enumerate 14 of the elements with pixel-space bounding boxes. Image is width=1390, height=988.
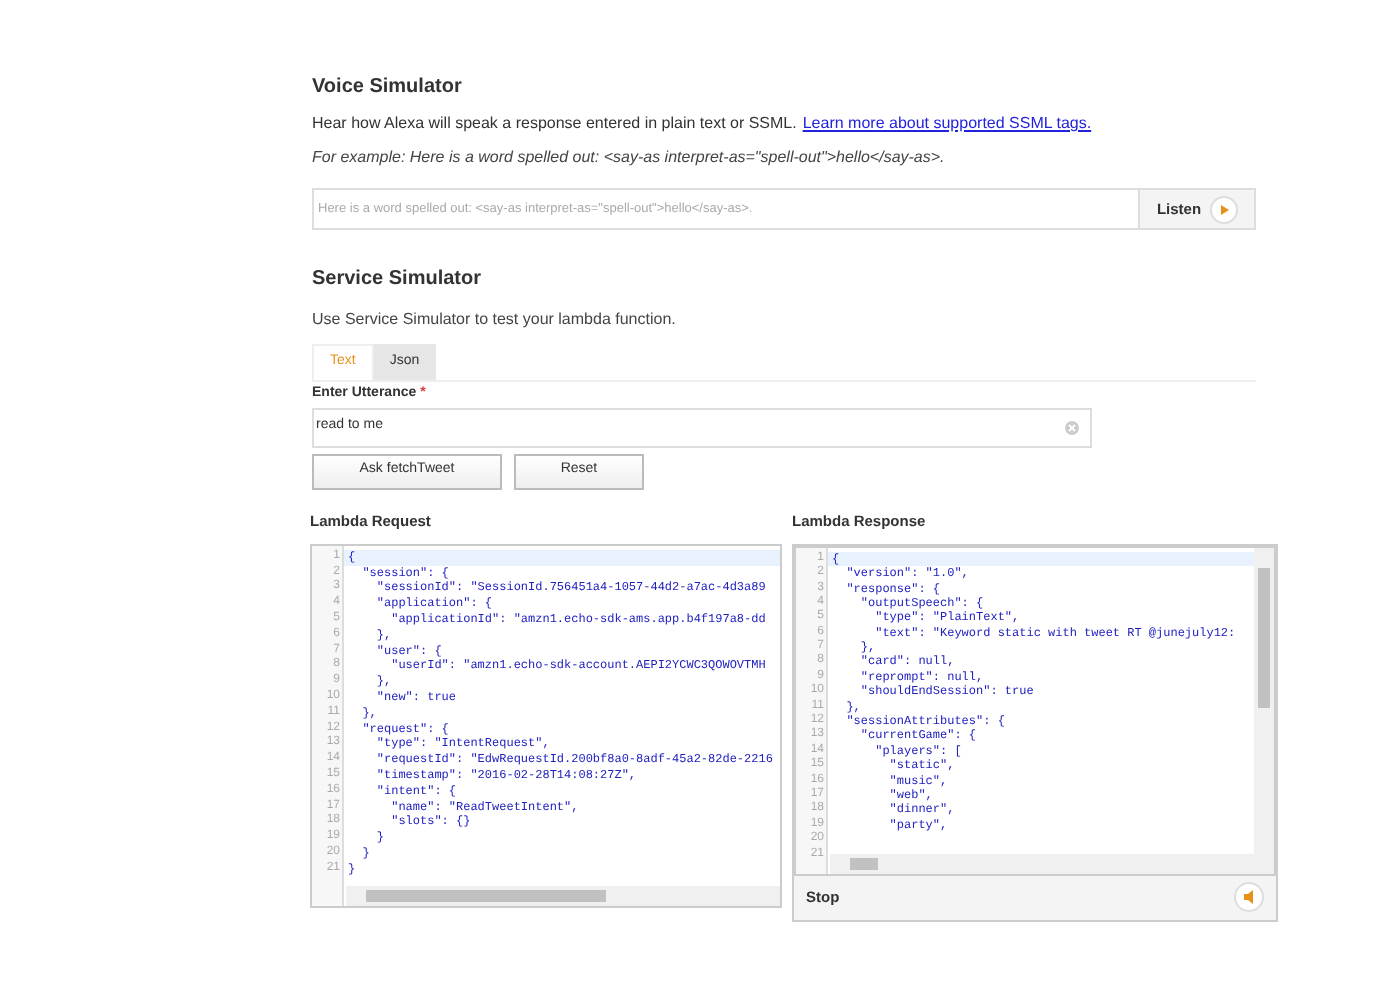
code-editor[interactable]	[310, 543, 782, 908]
clear-icon[interactable]	[1064, 419, 1080, 435]
ssml-link[interactable]: Learn more about supported SSML tags.	[802, 112, 1092, 136]
play-icon	[1209, 195, 1238, 223]
description-text: Use Service Simulator to test your lambda function.	[312, 308, 678, 332]
example-text: For example: Here is a word spelled out: <say-as interpret-as="spell-out">hello</say-as>.	[312, 146, 947, 170]
section-title: Voice Simulator	[312, 76, 464, 100]
horizontal-scrollbar[interactable]	[830, 853, 1254, 874]
description-text: Hear how Alexa will speak a response entered in plain text or SSML.	[312, 112, 797, 136]
vertical-scrollbar[interactable]	[1254, 547, 1274, 874]
code-editor[interactable]	[794, 545, 1276, 876]
horizontal-scrollbar[interactable]	[346, 885, 780, 906]
section-title: Service Simulator	[312, 266, 483, 294]
speaker-icon[interactable]	[1234, 882, 1264, 913]
